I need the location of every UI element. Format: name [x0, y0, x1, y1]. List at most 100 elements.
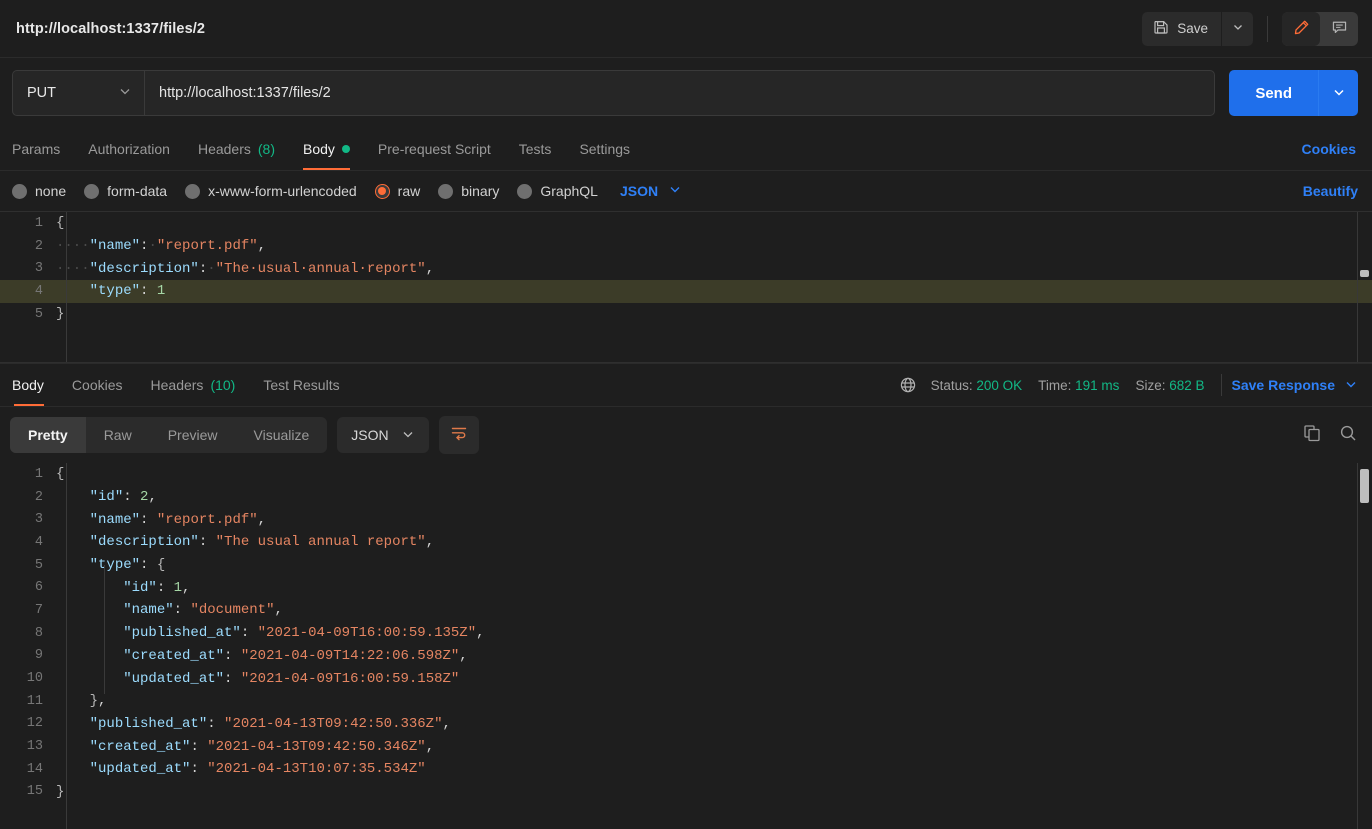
tab-count: (8): [257, 141, 275, 157]
radio-icon: [438, 183, 454, 199]
send-options-button[interactable]: [1318, 70, 1358, 116]
line-number: 8: [34, 625, 43, 641]
code-text: {: [56, 215, 65, 232]
tab-tests[interactable]: Tests: [505, 128, 566, 170]
code-line: 1{: [0, 463, 1372, 486]
tab-headers[interactable]: Headers (8): [184, 128, 289, 170]
code-line: 14 "updated_at": "2021-04-13T10:07:35.53…: [0, 758, 1372, 781]
send-button[interactable]: Send: [1229, 70, 1318, 116]
copy-icon[interactable]: [1302, 423, 1322, 448]
url-value: http://localhost:1337/files/2: [159, 85, 331, 101]
view-visualize[interactable]: Visualize: [236, 417, 328, 453]
body-type-graphql[interactable]: GraphQL: [517, 183, 598, 199]
edit-mode-button[interactable]: [1282, 11, 1320, 46]
tab-count: (10): [210, 377, 236, 393]
globe-icon[interactable]: [899, 376, 917, 394]
beautify-link[interactable]: Beautify: [1303, 183, 1358, 199]
request-editor-scrollbar[interactable]: [1358, 212, 1372, 362]
line-number: 10: [26, 671, 43, 687]
code-text: "published_at": "2021-04-13T09:42:50.336…: [89, 715, 451, 732]
request-body-editor[interactable]: 1{2 ····"name":·"report.pdf", 3 ····"descri…: [0, 211, 1372, 363]
code-line: 3 "name": "report.pdf",: [0, 508, 1372, 531]
response-editor-scrollbar[interactable]: [1358, 463, 1372, 829]
tab-pre-request-script[interactable]: Pre-request Script: [364, 128, 505, 170]
tab-authorization[interactable]: Authorization: [74, 128, 184, 170]
tab-body[interactable]: Body: [289, 128, 364, 170]
body-format-select[interactable]: JSON: [620, 182, 682, 201]
body-type-raw[interactable]: raw: [374, 183, 421, 199]
tab-settings[interactable]: Settings: [565, 128, 644, 170]
line-number: 6: [34, 580, 43, 596]
url-input[interactable]: http://localhost:1337/files/2: [144, 70, 1216, 116]
scrollbar-thumb[interactable]: [1360, 469, 1369, 503]
body-type-label: raw: [397, 183, 421, 199]
code-line: 9 "created_at": "2021-04-09T14:22:06.598…: [0, 645, 1372, 668]
top-bar: http://localhost:1337/files/2 Save: [0, 0, 1372, 58]
line-number: 5: [34, 306, 43, 322]
response-tab-body[interactable]: Body: [0, 364, 58, 406]
tab-label: Pre-request Script: [377, 141, 491, 157]
scrollbar-thumb[interactable]: [1360, 270, 1369, 277]
view-pretty[interactable]: Pretty: [10, 417, 86, 453]
response-body-editor[interactable]: 1{2 "id": 2, 3 "name": "report.pdf", 4 "de…: [0, 463, 1372, 829]
request-title: http://localhost:1337/files/2: [16, 20, 206, 37]
body-type-label: binary: [461, 183, 500, 199]
request-tabs-right: Cookies: [1302, 128, 1358, 170]
body-type-label: none: [35, 183, 67, 199]
response-tab-test-results[interactable]: Test Results: [249, 364, 353, 406]
body-type-none[interactable]: none: [12, 183, 66, 199]
response-tab-cookies[interactable]: Cookies: [58, 364, 137, 406]
code-line: 12 "published_at": "2021-04-13T09:42:50.…: [0, 713, 1372, 736]
code-line: 6 "id": 1,: [0, 576, 1372, 599]
word-wrap-button[interactable]: [438, 416, 479, 454]
code-text: "name": "report.pdf",: [89, 511, 267, 528]
save-button-group: Save: [1142, 11, 1253, 46]
tab-label: Cookies: [71, 377, 123, 393]
size-indicator: Size: 682 B: [1135, 378, 1204, 393]
body-type-form-data[interactable]: form-data: [84, 183, 167, 199]
code-text: "created_at": "2021-04-09T14:22:06.598Z"…: [123, 647, 468, 664]
view-raw[interactable]: Raw: [86, 417, 150, 453]
response-tab-headers[interactable]: Headers (10): [137, 364, 250, 406]
view-preview[interactable]: Preview: [150, 417, 236, 453]
tab-label: Params: [12, 141, 61, 157]
code-text: "updated_at": "2021-04-13T10:07:35.534Z": [89, 761, 426, 778]
response-format-select[interactable]: JSON: [337, 417, 429, 453]
response-code-rows: 1{2 "id": 2, 3 "name": "report.pdf", 4 "de…: [0, 463, 1372, 803]
line-number: 2: [34, 489, 43, 505]
body-type-binary[interactable]: binary: [438, 183, 499, 199]
chevron-down-icon: [401, 427, 415, 444]
response-format-label: JSON: [351, 427, 389, 443]
body-type-label: GraphQL: [540, 183, 598, 199]
cookies-link[interactable]: Cookies: [1302, 141, 1356, 157]
comment-button[interactable]: [1320, 12, 1358, 46]
code-text: "created_at": "2021-04-13T09:42:50.346Z"…: [89, 738, 435, 755]
tab-params[interactable]: Params: [0, 128, 74, 170]
line-number: 9: [34, 648, 43, 664]
size-label: Size:: [1135, 377, 1166, 393]
code-text: "type": {: [89, 557, 166, 574]
response-header: Body Cookies Headers (10) Test Results S…: [0, 363, 1372, 407]
code-text: "name": "document",: [123, 602, 283, 619]
meta-divider: [1220, 374, 1222, 396]
tab-label: Authorization: [88, 141, 170, 157]
method-select[interactable]: PUT: [12, 70, 144, 116]
chevron-down-icon: [1344, 377, 1358, 394]
code-text: "id": 2,: [89, 489, 157, 506]
save-response-button[interactable]: Save Response: [1232, 377, 1359, 394]
line-number: 15: [26, 784, 43, 800]
save-options-button[interactable]: [1221, 11, 1253, 46]
line-number: 1: [34, 466, 43, 482]
code-text: ····"description":·"The·usual·annual·rep…: [56, 260, 435, 277]
request-indent-guide: [66, 212, 67, 362]
response-indent-guide-2: [104, 565, 105, 694]
line-number: 11: [26, 693, 43, 709]
search-icon[interactable]: [1338, 423, 1358, 448]
save-button[interactable]: Save: [1142, 11, 1221, 46]
save-label: Save: [1177, 21, 1208, 36]
request-tabs: Params Authorization Headers (8) Body Pr…: [0, 128, 1372, 171]
response-meta: Status: 200 OK Time: 191 ms Size: 682 B …: [899, 364, 1358, 406]
word-wrap-icon: [449, 423, 469, 448]
code-line: 4 "type": 1: [0, 280, 1372, 303]
body-type-urlencoded[interactable]: x-www-form-urlencoded: [185, 183, 357, 199]
